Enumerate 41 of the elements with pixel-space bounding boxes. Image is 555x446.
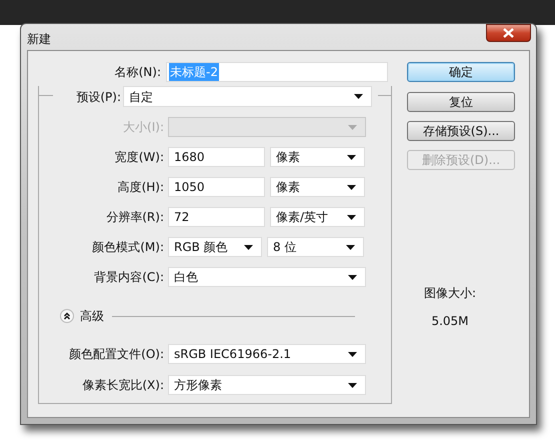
dropdown[interactable]: 方形像素 <box>168 375 366 395</box>
field-label: 背景内容(C): <box>93 269 165 286</box>
field-label: 大小(I): <box>122 119 165 136</box>
dropdown[interactable]: 8 位 <box>267 237 364 257</box>
input-field[interactable]: 72 <box>168 207 265 227</box>
caret-down-icon <box>348 382 357 388</box>
caret-down-icon <box>244 244 253 250</box>
caret-down-icon <box>348 274 357 280</box>
field-label: 颜色配置文件(O): <box>68 346 165 363</box>
field-label: 高度(H): <box>116 179 165 196</box>
caret-down-icon <box>348 352 357 356</box>
dropdown[interactable]: 像素 <box>270 177 365 197</box>
dialog-button[interactable]: 确定 <box>407 62 515 82</box>
caret-down-icon <box>348 124 357 130</box>
input-field[interactable]: 1050 <box>168 177 265 197</box>
dropdown[interactable]: 白色 <box>168 267 366 287</box>
image-size-label: 图像大小: <box>422 285 478 302</box>
dropdown[interactable]: 自定 <box>123 86 372 107</box>
field-label: 像素长宽比(X): <box>81 377 165 394</box>
close-icon <box>503 28 514 38</box>
caret-down-icon <box>354 94 363 99</box>
field-label: 颜色模式(M): <box>91 239 165 256</box>
dropdown[interactable]: 像素/英寸 <box>270 207 365 227</box>
caret-down-icon <box>347 184 356 190</box>
window-title: 新建 <box>27 31 51 48</box>
dropdown[interactable]: RGB 颜色 <box>168 237 262 257</box>
field-label: 名称(N): <box>114 64 162 81</box>
field-label: 预设(P): <box>75 88 122 106</box>
caret-down-icon <box>347 154 356 160</box>
dropdown[interactable]: sRGB IEC61966-2.1 <box>168 344 366 364</box>
caret-down-icon <box>347 214 356 220</box>
dropdown[interactable]: 像素 <box>270 147 365 167</box>
close-button[interactable] <box>486 24 531 42</box>
caret-down-icon <box>346 244 355 250</box>
image-size-value: 5.05M <box>430 313 470 330</box>
field-label: 宽度(W): <box>114 149 165 166</box>
dialog-button[interactable]: 复位 <box>407 92 515 112</box>
dialog-button[interactable]: 存储预设(S)... <box>407 121 515 141</box>
field-label: 分辨率(R): <box>105 209 165 226</box>
input-field[interactable]: 1680 <box>168 147 265 167</box>
advanced-toggle[interactable]: 高级 <box>60 307 104 325</box>
